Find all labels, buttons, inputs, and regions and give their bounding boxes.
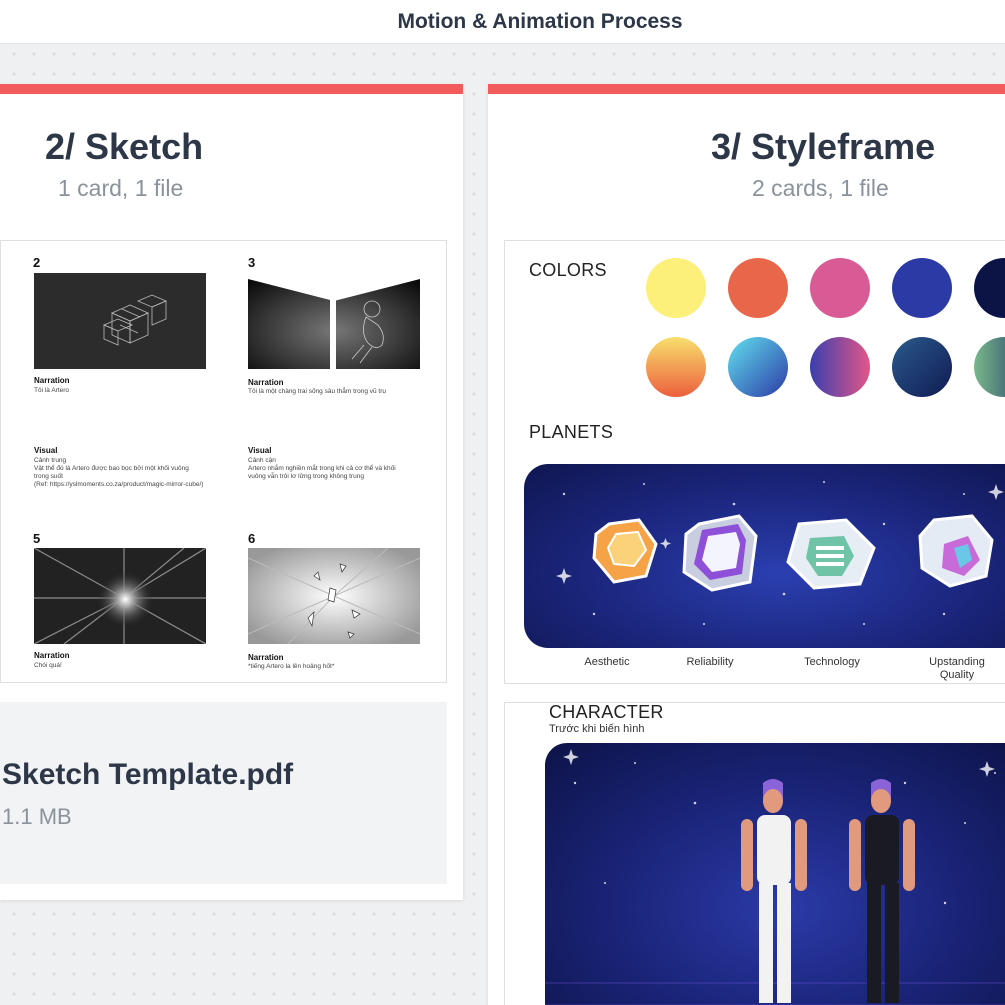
color-swatch bbox=[646, 258, 706, 318]
narration-text: Tôi là một chàng trai sống sâu thẳm tron… bbox=[248, 388, 387, 395]
character-figure-black bbox=[849, 779, 915, 1003]
narration-text: Chói quá! bbox=[34, 662, 62, 669]
character-figure-white bbox=[741, 779, 807, 1003]
colors-label: COLORS bbox=[529, 260, 607, 280]
aesthetic-planet-icon bbox=[592, 518, 658, 584]
narration-label: Narration bbox=[248, 378, 284, 387]
narration-text: *tiếng Artero la lên hoảng hốt* bbox=[248, 663, 335, 670]
cube-sketch-icon bbox=[102, 294, 168, 346]
column-subtitle: 1 card, 1 file bbox=[58, 175, 184, 201]
column-title: 3/ Styleframe bbox=[711, 126, 936, 167]
storyboard-frame bbox=[34, 548, 206, 644]
character-label: CHARACTER bbox=[549, 702, 664, 722]
character-sublabel: Trước khi biến hình bbox=[549, 723, 645, 735]
planet-caption: Aesthetic bbox=[584, 656, 630, 668]
column-subtitle: 2 cards, 1 file bbox=[752, 175, 889, 201]
file-attachment-card[interactable]: Sketch Template.pdf 1.1 MB bbox=[0, 702, 447, 884]
board-title: Motion & Animation Process bbox=[397, 9, 683, 33]
sketch-storyboard-card[interactable]: 2 Narration Tôi là Artero Visual Cảnh tr… bbox=[0, 240, 447, 683]
storyboard-frame bbox=[248, 548, 420, 644]
light-burst-icon bbox=[34, 548, 206, 644]
file-name[interactable]: Sketch Template.pdf bbox=[2, 758, 293, 792]
panel-number: 3 bbox=[248, 255, 256, 270]
column-sketch[interactable]: 2/ Sketch 1 card, 1 file 2 Narration Tôi… bbox=[0, 84, 463, 900]
column-title: 2/ Sketch bbox=[45, 126, 204, 167]
character-illustration bbox=[545, 743, 1005, 1005]
narration-text: Tôi là Artero bbox=[34, 387, 70, 394]
planet-caption: Reliability bbox=[686, 656, 734, 668]
file-size: 1.1 MB bbox=[2, 804, 72, 829]
planet-caption: Technology bbox=[804, 656, 860, 668]
planet-caption: Upstanding Quality bbox=[929, 656, 985, 681]
gradient-swatch bbox=[974, 337, 1005, 397]
styleframe-card[interactable]: COLORS PLANETS Aesthetic Reliability Tec… bbox=[504, 240, 1005, 684]
column-styleframe[interactable]: 3/ Styleframe 2 cards, 1 file COLORS PLA… bbox=[488, 84, 1005, 1005]
character-card[interactable]: CHARACTER Trước khi biến hình bbox=[504, 702, 1005, 1005]
technology-planet-icon bbox=[786, 518, 876, 590]
column-accent-bar bbox=[0, 84, 463, 94]
storyboard-frame bbox=[34, 273, 206, 369]
board-header: Motion & Animation Process bbox=[0, 0, 1005, 44]
panel-number: 6 bbox=[248, 531, 256, 546]
storyboard-frame bbox=[248, 273, 420, 369]
visual-label: Visual bbox=[34, 446, 58, 455]
planets-illustration bbox=[524, 464, 1005, 648]
visual-label: Visual bbox=[248, 446, 272, 455]
falling-figure-icon bbox=[248, 548, 420, 644]
panel-number: 2 bbox=[33, 255, 41, 270]
column-accent-bar bbox=[488, 84, 1005, 94]
quality-planet-icon bbox=[918, 514, 994, 588]
color-swatch bbox=[892, 258, 952, 318]
narration-label: Narration bbox=[248, 653, 284, 662]
panel-number: 5 bbox=[33, 531, 41, 546]
gradient-swatch bbox=[728, 337, 788, 397]
gradient-swatch bbox=[646, 337, 706, 397]
visual-text: Cảnh cận Artero nhắm nghiền mắt trong kh… bbox=[248, 457, 396, 480]
color-swatch bbox=[810, 258, 870, 318]
narration-label: Narration bbox=[34, 651, 70, 660]
color-swatch bbox=[728, 258, 788, 318]
planets-label: PLANETS bbox=[529, 422, 614, 442]
color-swatch bbox=[974, 258, 1005, 318]
reliability-planet-icon bbox=[682, 514, 758, 592]
visual-text: Cảnh trung Vật thể đó là Artero được bao… bbox=[34, 457, 204, 488]
gradient-swatch bbox=[810, 337, 870, 397]
narration-label: Narration bbox=[34, 376, 70, 385]
gradient-swatch bbox=[892, 337, 952, 397]
